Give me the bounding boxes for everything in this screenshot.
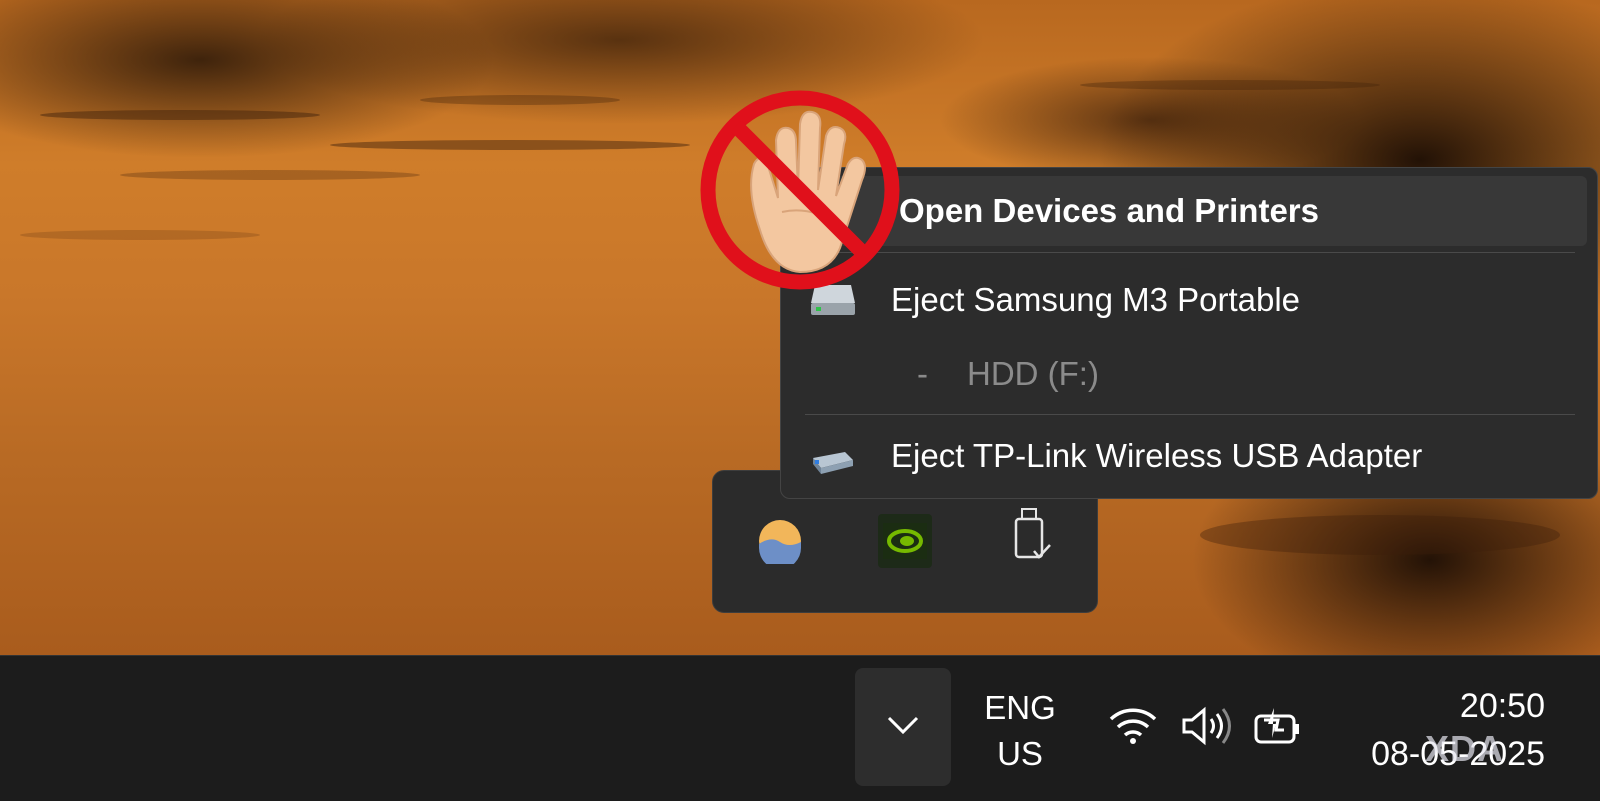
- wifi-icon[interactable]: [1108, 706, 1158, 751]
- wallpaper-ripple: [120, 170, 420, 180]
- language-code: ENG: [984, 689, 1056, 726]
- wallpaper-ripple: [1080, 80, 1380, 90]
- wallpaper-ripple: [40, 110, 320, 120]
- menu-separator: [805, 414, 1575, 415]
- menu-item-label: Open Devices and Printers: [899, 192, 1319, 229]
- prohibited-hand-icon: [690, 80, 910, 300]
- menu-item-prefix: -: [917, 355, 928, 392]
- show-hidden-icons-button[interactable]: [855, 668, 951, 786]
- menu-item-eject-tp-link[interactable]: Eject TP-Link Wireless USB Adapter: [791, 420, 1587, 492]
- menu-item-label: HDD (F:): [967, 355, 1099, 392]
- wallpaper-ripple: [420, 95, 620, 105]
- input-language-indicator[interactable]: ENG US: [975, 685, 1065, 777]
- wallpaper-ripple: [330, 140, 690, 150]
- clock-time: 20:50: [1459, 687, 1545, 725]
- weather-sun-icon[interactable]: [753, 514, 807, 568]
- menu-item-label: Eject Samsung M3 Portable: [891, 281, 1301, 318]
- safely-remove-usb-icon[interactable]: [1003, 508, 1057, 562]
- nvidia-icon[interactable]: [878, 514, 932, 568]
- menu-item-hdd-f: - HDD (F:): [791, 340, 1587, 408]
- menu-separator: [805, 252, 1575, 253]
- xda-watermark: XDA: [1425, 728, 1505, 769]
- wallpaper-ripple: [1200, 515, 1560, 555]
- menu-item-open-devices-and-printers[interactable]: Open Devices and Printers: [791, 176, 1587, 246]
- wallpaper-ripple: [20, 230, 260, 240]
- menu-item-label: Eject TP-Link Wireless USB Adapter: [891, 437, 1423, 474]
- usb-adapter-icon: [809, 446, 857, 484]
- chevron-down-icon: [886, 715, 920, 740]
- volume-icon[interactable]: [1180, 706, 1232, 751]
- region-code: US: [997, 735, 1043, 772]
- menu-item-eject-samsung[interactable]: Eject Samsung M3 Portable: [791, 260, 1587, 340]
- battery-charging-icon[interactable]: [1252, 704, 1304, 753]
